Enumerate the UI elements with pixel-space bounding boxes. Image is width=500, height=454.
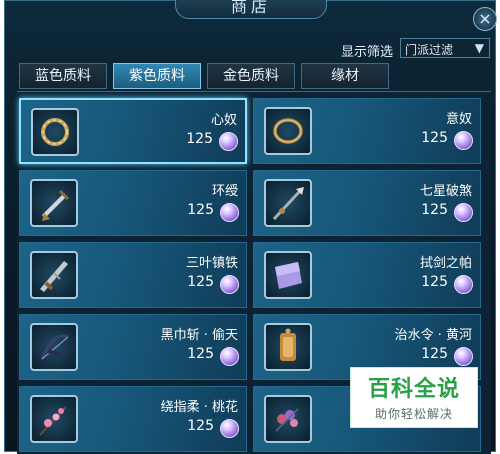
purple-gem-icon	[454, 275, 473, 294]
item-icon-slot	[264, 179, 312, 227]
item-price: 125	[186, 131, 213, 147]
chevron-down-icon: ▼	[474, 41, 484, 55]
item-card-shijian-zhipa[interactable]: 拭剑之帕 125	[253, 242, 481, 308]
item-price: 125	[421, 202, 448, 218]
item-card-qixing-posha[interactable]: 七星破煞 125	[253, 170, 481, 236]
item-icon-slot	[264, 107, 312, 155]
item-name: 环绶	[211, 184, 238, 199]
item-price: 125	[187, 418, 214, 434]
item-name: 拭剑之帕	[419, 256, 472, 271]
purple-gem-icon	[454, 347, 473, 366]
tab-fate-material[interactable]: 缘材	[301, 63, 389, 89]
bracelet-icon	[41, 118, 69, 146]
item-price: 125	[421, 346, 448, 362]
item-price: 125	[187, 274, 214, 290]
watermark-subtitle: 助你轻松解决	[374, 407, 453, 421]
item-card-huanshou[interactable]: 环绶 125	[19, 170, 247, 236]
close-button[interactable]: ×	[473, 7, 497, 31]
blade-icon	[40, 261, 68, 292]
item-icon-slot	[264, 323, 312, 371]
item-icon-slot	[30, 323, 78, 371]
item-price: 125	[187, 346, 214, 362]
filter-label: 显示筛选	[341, 45, 394, 60]
dagger-icon	[42, 189, 70, 221]
bow-icon	[40, 334, 69, 360]
item-name: 七星破煞	[419, 184, 472, 199]
watermark-title: 百科全说	[367, 377, 460, 402]
item-price: 125	[421, 274, 448, 290]
flower-cluster-icon	[275, 408, 299, 432]
sect-filter-dropdown[interactable]: 门派过滤 ▼	[400, 38, 490, 58]
purple-gem-icon	[220, 347, 239, 366]
item-name: 意奴	[445, 112, 472, 127]
cloth-icon	[275, 262, 302, 289]
spear-icon	[272, 187, 304, 221]
purple-gem-icon	[454, 131, 473, 150]
tab-purple-material[interactable]: 紫色质料	[113, 63, 201, 89]
purple-gem-icon	[220, 275, 239, 294]
watermark: 百科全说 助你轻松解决	[350, 367, 478, 428]
item-card-raozhirou-taohua[interactable]: 绕指柔 · 桃花 125	[19, 386, 247, 452]
item-icon-slot	[30, 395, 78, 443]
item-card-heijinzhan-toutian[interactable]: 黑巾斩 · 偷天 125	[19, 314, 247, 380]
item-card-sanye-zhentie[interactable]: 三叶镇铁 125	[19, 242, 247, 308]
item-name: 黑巾斩 · 偷天	[160, 328, 238, 343]
window-title: 商店	[175, 0, 327, 19]
tab-blue-material[interactable]: 蓝色质料	[19, 63, 107, 89]
item-icon-slot	[31, 108, 79, 156]
purple-gem-icon	[220, 419, 239, 438]
item-name: 心奴	[210, 113, 237, 128]
item-icon-slot	[30, 251, 78, 299]
token-icon	[280, 328, 296, 361]
item-price: 125	[421, 130, 448, 146]
item-card-yinu[interactable]: 意奴 125	[253, 98, 481, 164]
item-icon-slot	[264, 395, 312, 443]
item-card-xinnu[interactable]: 心奴 125	[19, 98, 247, 164]
item-icon-slot	[30, 179, 78, 227]
item-name: 三叶镇铁	[185, 256, 238, 271]
item-name: 绕指柔 · 桃花	[160, 400, 238, 415]
item-price: 125	[187, 202, 214, 218]
purple-gem-icon	[454, 203, 473, 222]
purple-gem-icon	[219, 132, 238, 151]
tab-gold-material[interactable]: 金色质料	[207, 63, 295, 89]
ring-icon	[273, 118, 303, 144]
flower-branch-icon	[39, 406, 67, 436]
item-icon-slot	[264, 251, 312, 299]
page: 商店 × 显示筛选 门派过滤 ▼ 蓝色质料 紫色质料 金色质料 缘材 心奴 12…	[0, 0, 500, 454]
purple-gem-icon	[220, 203, 239, 222]
item-name: 治水令 · 黄河	[394, 328, 472, 343]
filter-selected-value: 门派过滤	[405, 43, 454, 57]
